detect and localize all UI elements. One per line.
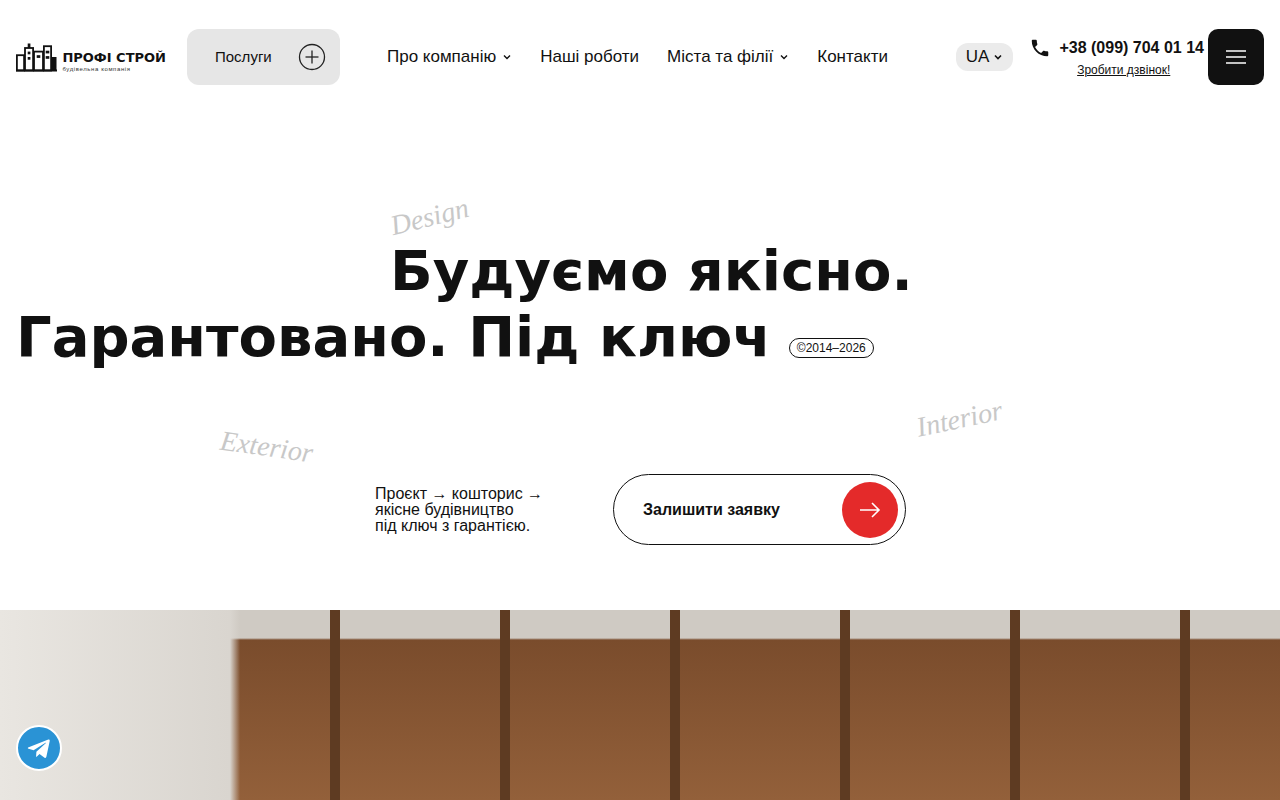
lead-line: під ключ з гарантією. (375, 518, 575, 534)
chevron-down-icon (779, 52, 789, 62)
lead-text: Проєкт → кошторис →якісне будівництвопід… (375, 486, 575, 534)
plus-circle-icon (298, 43, 326, 71)
menu-button[interactable] (1208, 29, 1264, 85)
arrow-circle (842, 482, 898, 538)
title-line: Будуємо якісно. (16, 238, 1264, 304)
logo-text: ПРОФІ СТРОЙбудівельна компанія (62, 50, 166, 73)
chevron-down-icon (502, 52, 512, 62)
script-word: Exterior (218, 425, 315, 470)
hero: Design Exterior Interior Будуємо якісно.Гар… (0, 113, 1280, 610)
nav-item[interactable]: Наші роботи (540, 47, 639, 67)
logo[interactable]: ПРОФІ СТРОЙбудівельна компанія (16, 41, 166, 73)
title-row: Гарантовано. Під ключ ©2014–2026 (16, 304, 1264, 370)
call-link[interactable]: Зробити дзвінок! (1077, 63, 1170, 77)
nav-item[interactable]: Контакти (817, 47, 888, 67)
chevron-down-icon (993, 52, 1003, 62)
phone-icon (1029, 37, 1051, 59)
page: ПРОФІ СТРОЙбудівельна компанія Послуги Про… (0, 0, 1280, 800)
language-label: UA (966, 47, 990, 67)
nav-label: Контакти (817, 47, 888, 67)
nav-item[interactable]: Про компанію (387, 47, 512, 67)
phone-row[interactable]: +38 (099) 704 01 14 (1029, 37, 1204, 59)
lead-line: Проєкт → кошторис → (375, 486, 575, 502)
buildings-icon (16, 41, 57, 73)
hamburger-icon (1226, 50, 1246, 64)
request-label: Залишити заявку (643, 501, 780, 519)
nav-item[interactable]: Міста та філії (667, 47, 789, 67)
title-line: Гарантовано. Під ключ (16, 304, 771, 370)
services-button[interactable]: Послуги (187, 29, 340, 85)
telegram-icon (26, 735, 52, 761)
lead-line: якісне будівництво (375, 502, 575, 518)
hero-title: Будуємо якісно.Гарантовано. Під ключ ©201… (16, 238, 1264, 370)
arrow-right-icon (859, 502, 881, 518)
phone-block: +38 (099) 704 01 14 Зробити дзвінок! (1029, 37, 1204, 77)
nav-label: Наші роботи (540, 47, 639, 67)
lead-row: Проєкт → кошторис →якісне будівництвопід… (16, 474, 1264, 545)
nav-label: Міста та філії (667, 47, 773, 67)
script-word: Design (387, 192, 472, 242)
phone-number: +38 (099) 704 01 14 (1059, 39, 1204, 57)
logo-name: ПРОФІ СТРОЙ (62, 50, 166, 65)
services-label: Послуги (215, 48, 272, 65)
header: ПРОФІ СТРОЙбудівельна компанія Послуги Про… (0, 0, 1280, 113)
years-badge: ©2014–2026 (789, 338, 874, 358)
main-nav: Про компанію Наші роботи Міста та філії Кон… (387, 47, 888, 67)
script-word: Interior (914, 394, 1006, 443)
logo-tagline: будівельна компанія (62, 65, 166, 73)
nav-label: Про компанію (387, 47, 496, 67)
request-button[interactable]: Залишити заявку (613, 474, 906, 545)
language-select[interactable]: UA (956, 43, 1014, 71)
telegram-button[interactable] (16, 725, 62, 771)
hero-photo (0, 610, 1280, 800)
